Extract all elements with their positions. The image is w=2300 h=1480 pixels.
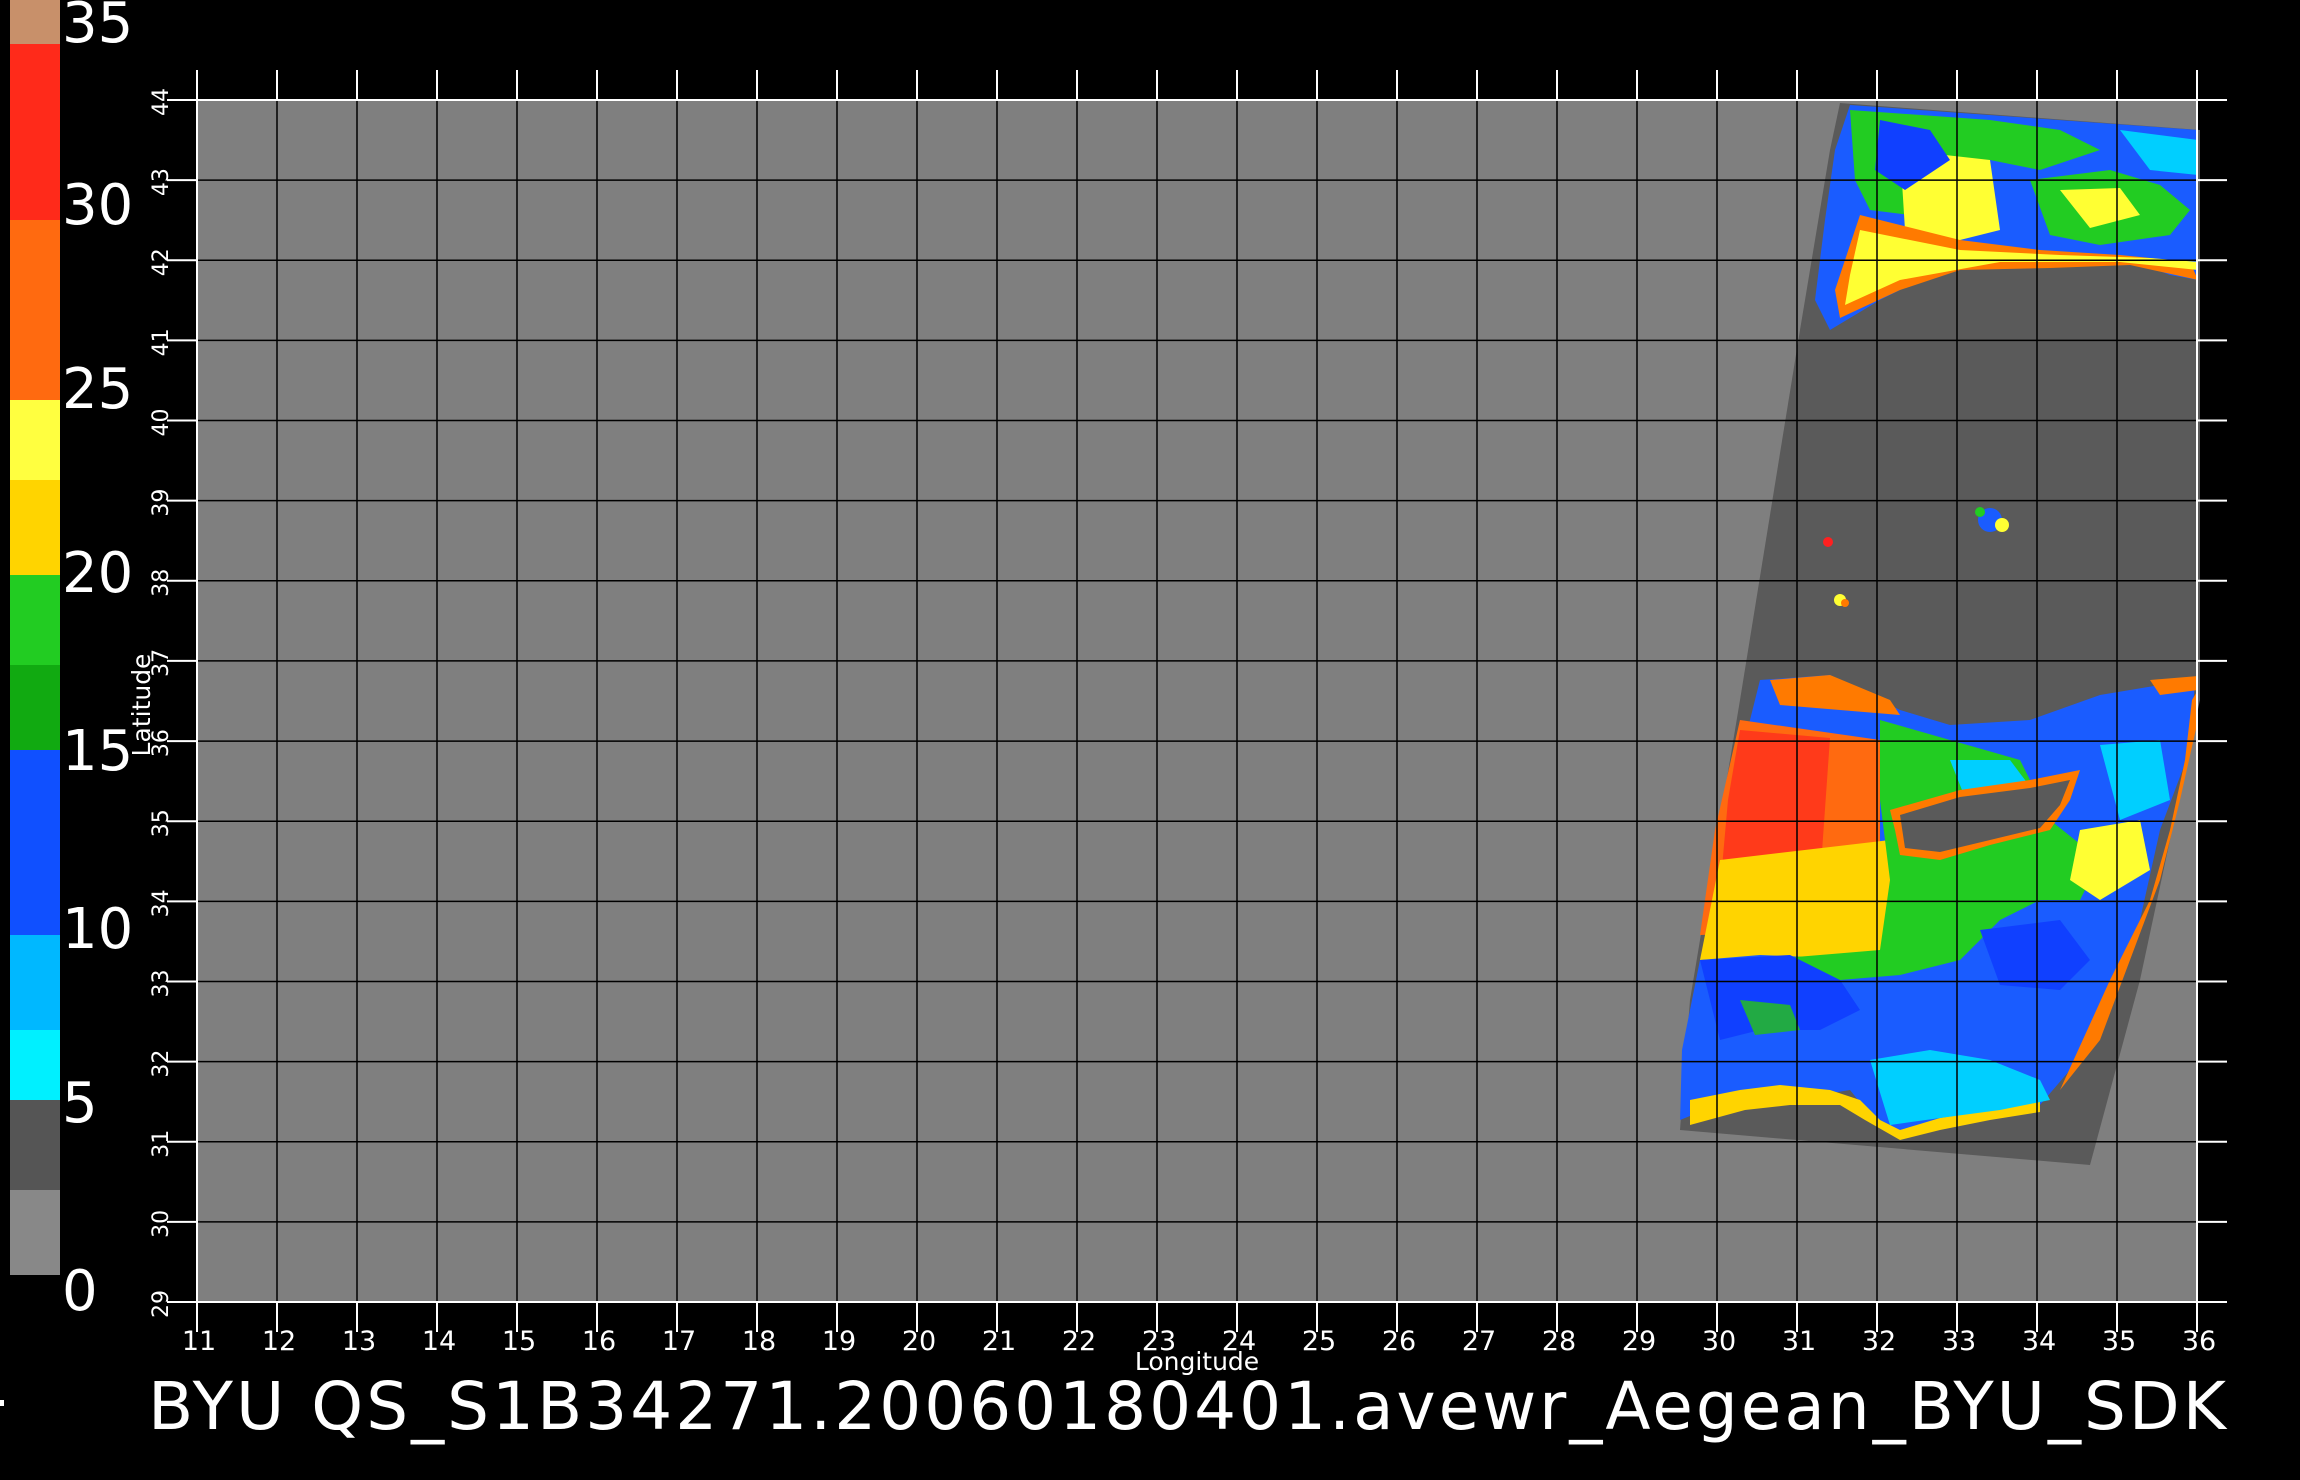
x-tick-label: 25 (1302, 1326, 1336, 1357)
y-tick-label: 40 (149, 409, 174, 437)
colorbar: 0 5 10 15 20 25 30 35 (10, 0, 133, 1324)
plot-area: 11 12 13 14 15 16 17 18 19 20 21 22 23 24 25 26 27 28 29 30… (127, 70, 2227, 1376)
y-tick-label: 43 (149, 168, 174, 196)
y-tick-label: 35 (149, 809, 174, 837)
x-tick-label: 11 (182, 1326, 216, 1357)
colorbar-label: 15 (62, 719, 133, 784)
y-tick-label: 38 (149, 569, 174, 597)
x-tick-label: 36 (2182, 1326, 2216, 1357)
y-tick-label: 39 (149, 489, 174, 517)
colorbar-label: 10 (62, 897, 133, 962)
x-tick-label: 20 (902, 1326, 936, 1357)
x-tick-label: 16 (582, 1326, 616, 1357)
x-tick-label: 21 (982, 1326, 1016, 1357)
colorbar-seg-35 (10, 0, 60, 44)
x-tick-label: 29 (1622, 1326, 1656, 1357)
y-tick-label: 42 (149, 248, 174, 276)
x-tick-label: 31 (1782, 1326, 1816, 1357)
x-tick-label: 26 (1382, 1326, 1416, 1357)
x-tick-label: 33 (1942, 1326, 1976, 1357)
x-tick-label: 30 (1702, 1326, 1736, 1357)
colorbar-label: 35 (62, 0, 133, 56)
colorbar-seg-10 (10, 750, 60, 935)
colorbar-label: 30 (62, 173, 133, 238)
y-tick-label: 30 (149, 1210, 174, 1238)
x-tick-label: 14 (422, 1326, 456, 1357)
x-tick-label: 28 (1542, 1326, 1576, 1357)
x-tick-label: 19 (822, 1326, 856, 1357)
x-tick-label: 15 (502, 1326, 536, 1357)
image-title: BYU QS_S1B34271.20060180401.avewr_Aegean… (148, 1368, 2229, 1445)
x-tick-label: 32 (1862, 1326, 1896, 1357)
x-tick-label: 35 (2102, 1326, 2136, 1357)
y-tick-label: 34 (149, 889, 174, 917)
wind-map: 0 5 10 15 20 25 30 35 11 12 13 14 15 16 17 18 1… (10, 0, 2227, 1376)
y-axis-label: Latitude (127, 654, 156, 757)
x-tick-label: 22 (1062, 1326, 1096, 1357)
x-tick-label: 18 (742, 1326, 776, 1357)
colorbar-label: 5 (62, 1071, 98, 1136)
y-tick-label: 32 (149, 1050, 174, 1078)
x-tick-label: 12 (262, 1326, 296, 1357)
colorbar-seg-30 (10, 44, 60, 220)
colorbar-label: 0 (62, 1259, 98, 1324)
edge-mark (0, 1400, 4, 1406)
x-tick-label: 17 (662, 1326, 696, 1357)
y-tick-label: 41 (149, 328, 174, 356)
y-tick-label: 44 (149, 88, 174, 116)
colorbar-label: 25 (62, 357, 133, 422)
y-tick-label: 29 (149, 1290, 174, 1318)
y-tick-label: 33 (149, 969, 174, 997)
colorbar-label: 20 (62, 541, 133, 606)
y-tick-label: 31 (149, 1130, 174, 1158)
x-tick-label: 27 (1462, 1326, 1496, 1357)
x-tick-label: 34 (2022, 1326, 2056, 1357)
colorbar-seg-25 (10, 220, 60, 400)
x-tick-label: 13 (342, 1326, 376, 1357)
